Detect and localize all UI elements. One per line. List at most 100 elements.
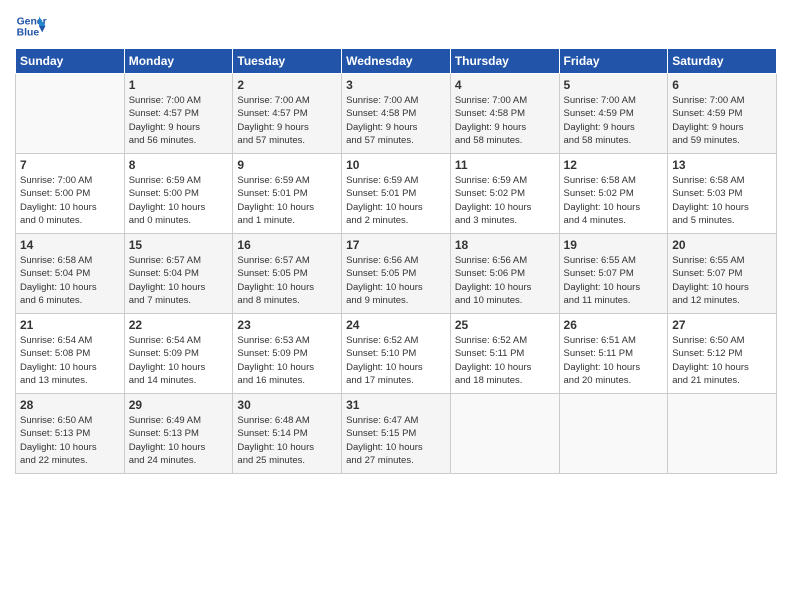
calendar-cell: 21 Sunrise: 6:54 AMSunset: 5:08 PMDayligh… xyxy=(16,314,125,394)
calendar-cell: 27 Sunrise: 6:50 AMSunset: 5:12 PMDayligh… xyxy=(668,314,777,394)
calendar-cell xyxy=(450,394,559,474)
calendar-cell: 2 Sunrise: 7:00 AMSunset: 4:57 PMDaylight… xyxy=(233,74,342,154)
day-number: 31 xyxy=(346,398,446,412)
day-number: 10 xyxy=(346,158,446,172)
calendar-cell: 31 Sunrise: 6:47 AMSunset: 5:15 PMDayligh… xyxy=(342,394,451,474)
day-number: 11 xyxy=(455,158,555,172)
calendar-cell: 3 Sunrise: 7:00 AMSunset: 4:58 PMDaylight… xyxy=(342,74,451,154)
day-info: Sunrise: 6:55 AMSunset: 5:07 PMDaylight:… xyxy=(672,254,772,307)
day-number: 15 xyxy=(129,238,229,252)
day-info: Sunrise: 6:51 AMSunset: 5:11 PMDaylight:… xyxy=(564,334,664,387)
day-number: 16 xyxy=(237,238,337,252)
day-number: 22 xyxy=(129,318,229,332)
day-number: 26 xyxy=(564,318,664,332)
day-info: Sunrise: 6:53 AMSunset: 5:09 PMDaylight:… xyxy=(237,334,337,387)
calendar-cell: 14 Sunrise: 6:58 AMSunset: 5:04 PMDayligh… xyxy=(16,234,125,314)
day-number: 9 xyxy=(237,158,337,172)
day-info: Sunrise: 6:59 AMSunset: 5:00 PMDaylight:… xyxy=(129,174,229,227)
calendar-cell: 29 Sunrise: 6:49 AMSunset: 5:13 PMDayligh… xyxy=(124,394,233,474)
day-info: Sunrise: 6:49 AMSunset: 5:13 PMDaylight:… xyxy=(129,414,229,467)
day-info: Sunrise: 7:00 AMSunset: 4:58 PMDaylight:… xyxy=(455,94,555,147)
calendar-cell: 24Sunrise: 6:52 AMSunset: 5:10 PMDayligh… xyxy=(342,314,451,394)
day-info: Sunrise: 7:00 AMSunset: 4:57 PMDaylight:… xyxy=(237,94,337,147)
calendar-cell: 22 Sunrise: 6:54 AMSunset: 5:09 PMDayligh… xyxy=(124,314,233,394)
day-info: Sunrise: 6:59 AMSunset: 5:01 PMDaylight:… xyxy=(346,174,446,227)
week-row-4: 21 Sunrise: 6:54 AMSunset: 5:08 PMDayligh… xyxy=(16,314,777,394)
week-row-2: 7 Sunrise: 7:00 AMSunset: 5:00 PMDaylight… xyxy=(16,154,777,234)
day-number: 1 xyxy=(129,78,229,92)
day-info: Sunrise: 6:58 AMSunset: 5:02 PMDaylight:… xyxy=(564,174,664,227)
day-number: 2 xyxy=(237,78,337,92)
calendar-cell: 5 Sunrise: 7:00 AMSunset: 4:59 PMDaylight… xyxy=(559,74,668,154)
day-info: Sunrise: 6:50 AMSunset: 5:12 PMDaylight:… xyxy=(672,334,772,387)
day-number: 20 xyxy=(672,238,772,252)
day-info: Sunrise: 6:56 AMSunset: 5:06 PMDaylight:… xyxy=(455,254,555,307)
day-header-saturday: Saturday xyxy=(668,49,777,74)
calendar-cell: 23 Sunrise: 6:53 AMSunset: 5:09 PMDayligh… xyxy=(233,314,342,394)
calendar-cell: 20 Sunrise: 6:55 AMSunset: 5:07 PMDayligh… xyxy=(668,234,777,314)
calendar-cell xyxy=(559,394,668,474)
day-info: Sunrise: 7:00 AMSunset: 4:59 PMDaylight:… xyxy=(564,94,664,147)
day-info: Sunrise: 6:58 AMSunset: 5:03 PMDaylight:… xyxy=(672,174,772,227)
day-number: 17 xyxy=(346,238,446,252)
calendar-cell: 6 Sunrise: 7:00 AMSunset: 4:59 PMDaylight… xyxy=(668,74,777,154)
day-info: Sunrise: 6:56 AMSunset: 5:05 PMDaylight:… xyxy=(346,254,446,307)
week-row-1: 1 Sunrise: 7:00 AMSunset: 4:57 PMDaylight… xyxy=(16,74,777,154)
calendar-cell: 9 Sunrise: 6:59 AMSunset: 5:01 PMDaylight… xyxy=(233,154,342,234)
calendar-cell: 13 Sunrise: 6:58 AMSunset: 5:03 PMDayligh… xyxy=(668,154,777,234)
day-header-tuesday: Tuesday xyxy=(233,49,342,74)
svg-text:Blue: Blue xyxy=(17,28,40,39)
logo: General Blue xyxy=(15,10,47,42)
header: General Blue xyxy=(15,10,777,42)
calendar-cell xyxy=(668,394,777,474)
day-number: 12 xyxy=(564,158,664,172)
day-number: 3 xyxy=(346,78,446,92)
day-number: 8 xyxy=(129,158,229,172)
day-number: 4 xyxy=(455,78,555,92)
day-info: Sunrise: 6:47 AMSunset: 5:15 PMDaylight:… xyxy=(346,414,446,467)
day-info: Sunrise: 6:55 AMSunset: 5:07 PMDaylight:… xyxy=(564,254,664,307)
calendar-cell: 19 Sunrise: 6:55 AMSunset: 5:07 PMDayligh… xyxy=(559,234,668,314)
day-header-wednesday: Wednesday xyxy=(342,49,451,74)
day-number: 23 xyxy=(237,318,337,332)
calendar-cell: 15Sunrise: 6:57 AMSunset: 5:04 PMDayligh… xyxy=(124,234,233,314)
day-header-monday: Monday xyxy=(124,49,233,74)
calendar-cell: 1Sunrise: 7:00 AMSunset: 4:57 PMDaylight… xyxy=(124,74,233,154)
calendar-cell: 8 Sunrise: 6:59 AMSunset: 5:00 PMDaylight… xyxy=(124,154,233,234)
day-number: 7 xyxy=(20,158,120,172)
day-info: Sunrise: 7:00 AMSunset: 5:00 PMDaylight:… xyxy=(20,174,120,227)
week-row-3: 14 Sunrise: 6:58 AMSunset: 5:04 PMDayligh… xyxy=(16,234,777,314)
day-info: Sunrise: 6:54 AMSunset: 5:09 PMDaylight:… xyxy=(129,334,229,387)
day-info: Sunrise: 7:00 AMSunset: 4:58 PMDaylight:… xyxy=(346,94,446,147)
day-number: 30 xyxy=(237,398,337,412)
day-number: 14 xyxy=(20,238,120,252)
day-number: 19 xyxy=(564,238,664,252)
calendar-cell: 10 Sunrise: 6:59 AMSunset: 5:01 PMDayligh… xyxy=(342,154,451,234)
day-number: 29 xyxy=(129,398,229,412)
day-info: Sunrise: 6:58 AMSunset: 5:04 PMDaylight:… xyxy=(20,254,120,307)
week-row-5: 28Sunrise: 6:50 AMSunset: 5:13 PMDayligh… xyxy=(16,394,777,474)
day-number: 21 xyxy=(20,318,120,332)
day-header-thursday: Thursday xyxy=(450,49,559,74)
day-number: 13 xyxy=(672,158,772,172)
calendar-cell: 7 Sunrise: 7:00 AMSunset: 5:00 PMDaylight… xyxy=(16,154,125,234)
calendar-cell: 18 Sunrise: 6:56 AMSunset: 5:06 PMDayligh… xyxy=(450,234,559,314)
day-info: Sunrise: 6:54 AMSunset: 5:08 PMDaylight:… xyxy=(20,334,120,387)
day-info: Sunrise: 6:50 AMSunset: 5:13 PMDaylight:… xyxy=(20,414,120,467)
calendar-cell: 30Sunrise: 6:48 AMSunset: 5:14 PMDayligh… xyxy=(233,394,342,474)
calendar-table: SundayMondayTuesdayWednesdayThursdayFrid… xyxy=(15,48,777,474)
day-number: 6 xyxy=(672,78,772,92)
day-number: 5 xyxy=(564,78,664,92)
day-number: 27 xyxy=(672,318,772,332)
day-header-sunday: Sunday xyxy=(16,49,125,74)
day-info: Sunrise: 6:59 AMSunset: 5:01 PMDaylight:… xyxy=(237,174,337,227)
calendar-cell: 25Sunrise: 6:52 AMSunset: 5:11 PMDayligh… xyxy=(450,314,559,394)
calendar-cell: 12 Sunrise: 6:58 AMSunset: 5:02 PMDayligh… xyxy=(559,154,668,234)
calendar-cell: 4 Sunrise: 7:00 AMSunset: 4:58 PMDaylight… xyxy=(450,74,559,154)
day-info: Sunrise: 7:00 AMSunset: 4:59 PMDaylight:… xyxy=(672,94,772,147)
day-info: Sunrise: 6:52 AMSunset: 5:11 PMDaylight:… xyxy=(455,334,555,387)
calendar-cell xyxy=(16,74,125,154)
logo-icon: General Blue xyxy=(15,10,47,42)
calendar-cell: 17 Sunrise: 6:56 AMSunset: 5:05 PMDayligh… xyxy=(342,234,451,314)
day-number: 18 xyxy=(455,238,555,252)
